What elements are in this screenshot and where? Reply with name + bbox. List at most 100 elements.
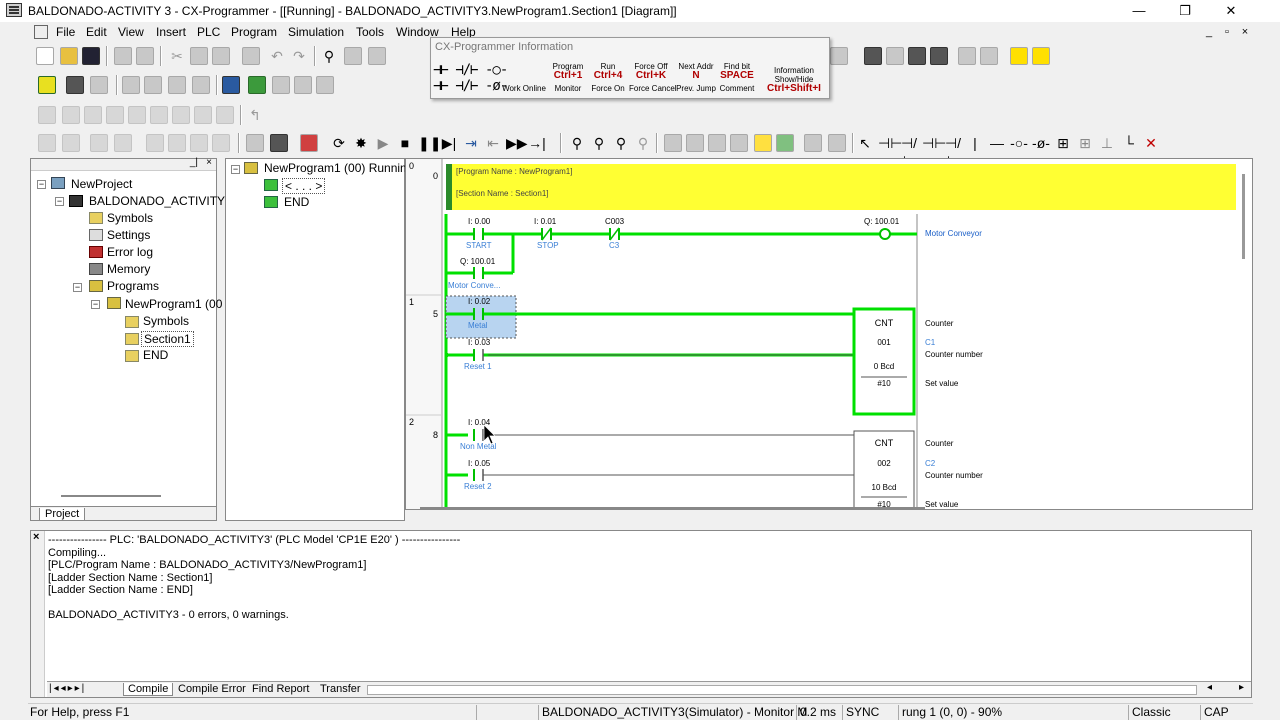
online-edit-end-icon[interactable] — [106, 106, 124, 124]
monitor-diff-icon[interactable] — [730, 134, 748, 152]
tree-program-symbols[interactable]: Symbols — [143, 314, 189, 328]
watch-window-icon[interactable] — [246, 134, 264, 152]
output-horizontal-scrollbar[interactable] — [367, 685, 1197, 695]
delete-element-icon[interactable]: ✕ — [1142, 134, 1160, 152]
view-output-icon[interactable] — [930, 47, 948, 65]
zoom-in-icon[interactable]: ⚲ — [590, 134, 608, 152]
tree-programs[interactable]: Programs — [107, 279, 159, 293]
rung-bullets-icon[interactable] — [708, 134, 726, 152]
sim-stop-icon[interactable]: ■ — [396, 134, 414, 152]
simulator-icon[interactable] — [300, 134, 318, 152]
find-icon[interactable]: ⚲ — [320, 47, 338, 65]
contact-reset1[interactable] — [473, 349, 484, 361]
online-edit-cancel-icon[interactable] — [62, 106, 80, 124]
transfer-to-plc-icon[interactable] — [66, 76, 84, 94]
zoom-icon[interactable]: ⚲ — [568, 134, 586, 152]
panel-close-icon[interactable]: × — [206, 157, 212, 168]
close-button[interactable]: ✕ — [1208, 0, 1254, 22]
output-close-icon[interactable]: × — [33, 531, 39, 543]
outdent-icon[interactable] — [62, 134, 80, 152]
tree-error-log[interactable]: Error log — [107, 245, 153, 259]
menu-insert[interactable]: Insert — [156, 25, 186, 39]
section-tree-end[interactable]: END — [284, 195, 309, 209]
new-contact-icon[interactable]: ⊣⊢ — [878, 134, 902, 152]
horizontal-line-icon[interactable]: — — [988, 134, 1006, 152]
contact-stop[interactable] — [541, 227, 552, 241]
coil-motor-conveyor[interactable] — [879, 228, 891, 240]
cross-reference-icon[interactable] — [368, 47, 386, 65]
tab-find-report[interactable]: Find Report — [249, 683, 312, 695]
online-edit-branch-icon[interactable] — [194, 106, 212, 124]
view-watch-icon[interactable] — [908, 47, 926, 65]
sim-step-icon[interactable]: ⟳ — [330, 134, 348, 152]
zoom-fit-icon[interactable]: ⚲ — [634, 134, 652, 152]
show-symbols-icon[interactable] — [754, 134, 772, 152]
contact-motor-conveyor-seal[interactable] — [473, 267, 484, 279]
online-edit-transfer-icon[interactable] — [84, 106, 102, 124]
edit-reset-icon[interactable] — [190, 134, 208, 152]
tree-newprogram1[interactable]: NewProgram1 (00 — [125, 297, 222, 311]
diagram-vertical-scrollbar[interactable] — [1242, 174, 1245, 259]
diagram-horizontal-scrollbar[interactable] — [420, 507, 925, 509]
sim-pause-icon[interactable]: ❚❚ — [418, 134, 441, 152]
io-table-icon[interactable] — [980, 47, 998, 65]
operation-mode-icon[interactable] — [144, 76, 162, 94]
new-instruction-icon[interactable]: ⊞ — [1054, 134, 1072, 152]
new-or-contact-icon[interactable]: ⊣⊢ — [922, 134, 946, 152]
monitor-icon[interactable] — [270, 134, 288, 152]
print-icon[interactable] — [114, 47, 132, 65]
contact-non-metal[interactable] — [473, 429, 484, 441]
paste-icon[interactable] — [212, 47, 230, 65]
tree-settings[interactable]: Settings — [107, 228, 150, 242]
contact-metal[interactable] — [473, 308, 484, 320]
print-preview-icon[interactable] — [136, 47, 154, 65]
select-mode-icon[interactable]: ↖ — [856, 134, 874, 152]
online-edit-block-icon[interactable] — [172, 106, 190, 124]
scroll-left-icon[interactable]: ◂ — [1207, 682, 1212, 693]
sim-fast-forward-icon[interactable]: ▶▶ — [506, 134, 528, 152]
network-icon[interactable] — [958, 47, 976, 65]
mdi-close-button[interactable]: × — [1238, 25, 1252, 39]
mdi-restore-button[interactable]: ▫ — [1220, 25, 1234, 39]
mnemonics-icon[interactable] — [804, 134, 822, 152]
maximize-button[interactable]: ❐ — [1162, 0, 1208, 22]
error-log-icon[interactable] — [294, 76, 312, 94]
online-edit-check-icon[interactable] — [216, 106, 234, 124]
tab-transfer[interactable]: Transfer — [317, 683, 364, 695]
undo-icon[interactable]: ↶ — [268, 47, 286, 65]
contact-reset2[interactable] — [473, 469, 484, 481]
cross-ref-icon[interactable] — [828, 134, 846, 152]
mdi-minimize-button[interactable]: _ — [1202, 25, 1216, 39]
menu-file[interactable]: File — [56, 25, 75, 39]
view-mnemonic-icon[interactable] — [886, 47, 904, 65]
redo-icon[interactable]: ↷ — [290, 47, 308, 65]
view-toggle-icon[interactable] — [864, 47, 882, 65]
contact-c3[interactable] — [609, 227, 620, 241]
menu-view[interactable]: View — [118, 25, 144, 39]
data-trace-icon[interactable] — [248, 76, 266, 94]
online-edit-icon[interactable] — [38, 106, 56, 124]
vertical-line-icon[interactable]: | — [966, 134, 984, 152]
expand-newproject[interactable]: − — [37, 180, 46, 189]
menu-plc[interactable]: PLC — [197, 25, 220, 39]
plc-tool-icon[interactable] — [830, 47, 848, 65]
tree-symbols[interactable]: Symbols — [107, 211, 153, 225]
cut-icon[interactable]: ✂ — [168, 47, 186, 65]
show-comments-icon[interactable] — [686, 134, 704, 152]
compare-icon[interactable] — [122, 76, 140, 94]
edit-icon[interactable] — [146, 134, 164, 152]
memory-icon[interactable] — [222, 76, 240, 94]
ladder-diagram[interactable]: 0 0 1 5 2 8 [Program Name : NewProgram1]… — [405, 158, 1253, 510]
sim-step-in-icon[interactable]: ⇥ — [462, 134, 480, 152]
expand-programs[interactable]: − — [73, 283, 82, 292]
edit-set-icon[interactable] — [168, 134, 186, 152]
menu-program[interactable]: Program — [231, 25, 277, 39]
sim-break-icon[interactable]: ✸ — [352, 134, 370, 152]
show-tree-icon[interactable] — [776, 134, 794, 152]
tree-end[interactable]: END — [143, 348, 168, 362]
online-edit-step-icon[interactable] — [150, 106, 168, 124]
delete-icon[interactable] — [242, 47, 260, 65]
section-tree-program[interactable]: NewProgram1 (00) Runnin — [264, 161, 407, 175]
tree-memory[interactable]: Memory — [107, 262, 150, 276]
key-icon[interactable] — [1010, 47, 1028, 65]
